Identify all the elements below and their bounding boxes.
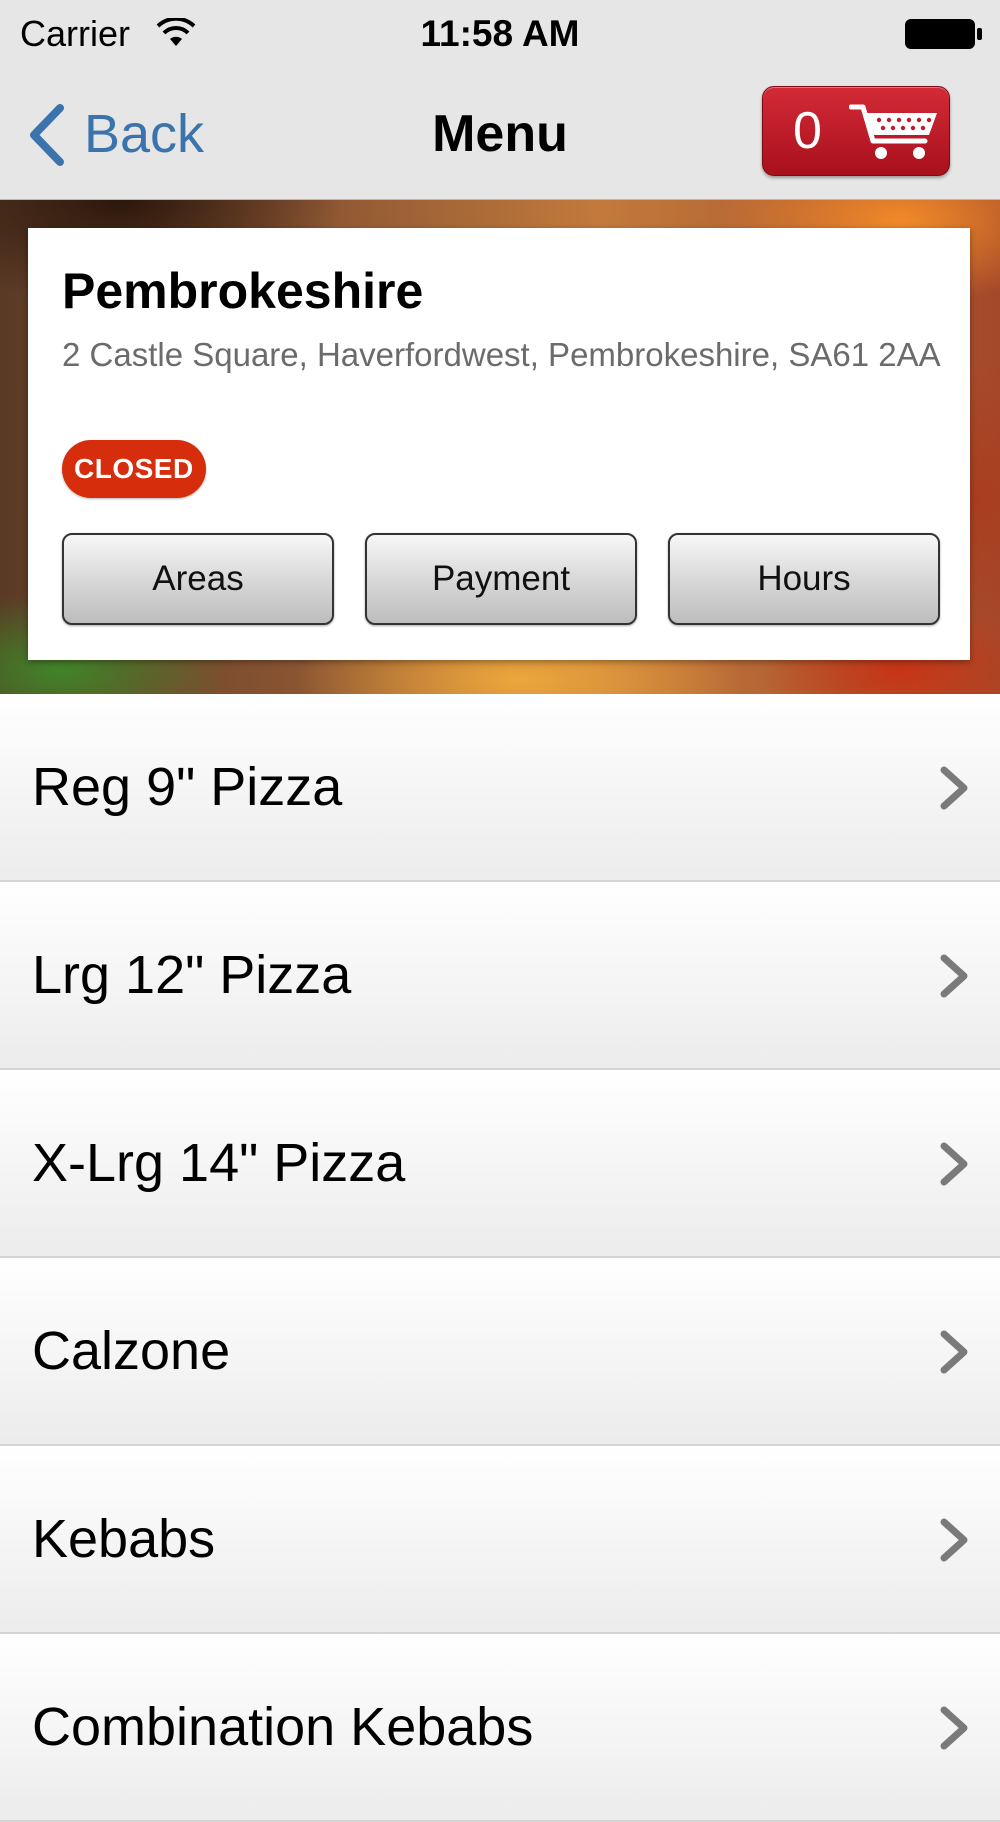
- chevron-right-icon: [940, 954, 968, 998]
- menu-item-combination-kebabs[interactable]: Combination Kebabs: [0, 1634, 1000, 1822]
- chevron-right-icon: [940, 1518, 968, 1562]
- chevron-right-icon: [940, 766, 968, 810]
- areas-button[interactable]: Areas: [62, 533, 334, 625]
- store-address: 2 Castle Square, Haverfordwest, Pembroke…: [62, 336, 941, 373]
- navigation-bar: Back Menu 0: [0, 68, 1000, 200]
- chevron-right-icon: [940, 1706, 968, 1750]
- menu-item-x-lrg-14-pizza[interactable]: X-Lrg 14" Pizza: [0, 1070, 1000, 1258]
- chevron-right-icon: [940, 1330, 968, 1374]
- chevron-right-icon: [940, 1142, 968, 1186]
- payment-button[interactable]: Payment: [365, 533, 637, 625]
- cart-button[interactable]: 0: [762, 86, 950, 176]
- status-badge: CLOSED: [62, 440, 206, 498]
- battery-icon: [905, 19, 982, 49]
- shopping-cart-icon: [849, 104, 937, 159]
- menu-item-label: Calzone: [32, 1321, 231, 1381]
- hours-button[interactable]: Hours: [668, 533, 940, 625]
- menu-item-label: Reg 9" Pizza: [32, 757, 343, 817]
- menu-item-label: Kebabs: [32, 1509, 216, 1569]
- menu-item-calzone[interactable]: Calzone: [0, 1258, 1000, 1446]
- status-bar: Carrier 11:58 AM: [0, 0, 1000, 68]
- menu-item-label: Lrg 12" Pizza: [32, 945, 352, 1005]
- cart-count: 0: [793, 102, 822, 160]
- menu-item-lrg-12-pizza[interactable]: Lrg 12" Pizza: [0, 882, 1000, 1070]
- store-info-card: Pembrokeshire 2 Castle Square, Haverford…: [28, 228, 970, 660]
- menu-item-label: Combination Kebabs: [32, 1697, 534, 1757]
- menu-item-kebabs[interactable]: Kebabs: [0, 1446, 1000, 1634]
- clock: 11:58 AM: [420, 13, 580, 54]
- menu-item-label: X-Lrg 14" Pizza: [32, 1133, 406, 1193]
- menu-list: Reg 9" Pizza Lrg 12" Pizza X-Lrg 14" Piz…: [0, 694, 1000, 1822]
- menu-item-reg-9-pizza[interactable]: Reg 9" Pizza: [0, 694, 1000, 882]
- store-name: Pembrokeshire: [62, 263, 424, 319]
